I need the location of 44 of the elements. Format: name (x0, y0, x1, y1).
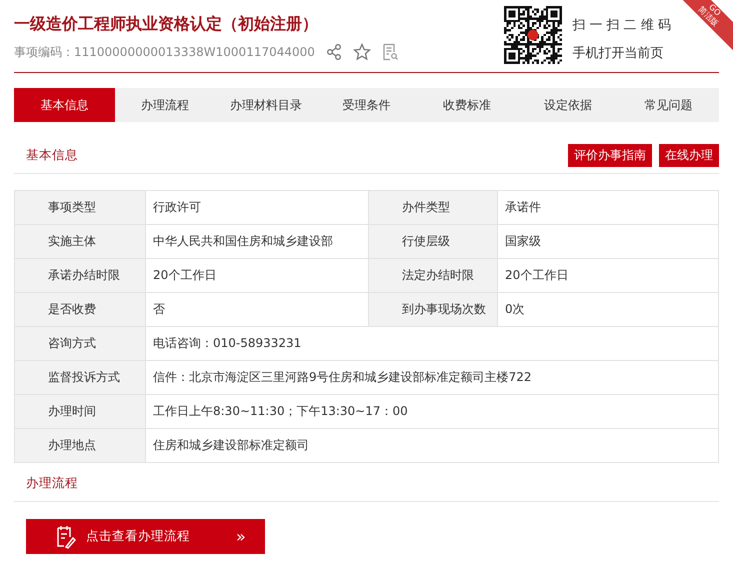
field-value: 0次 (498, 292, 718, 326)
field-label: 办理时间 (14, 394, 146, 428)
tab[interactable]: 受理条件 (316, 88, 417, 122)
field-value: 否 (146, 292, 368, 326)
field-value: 电话咨询：010-58933231 (146, 326, 718, 360)
qr-code-icon (504, 6, 562, 64)
item-code: 事项编码：11100000000013338W1000117044000 (14, 44, 315, 60)
share-icon[interactable] (324, 43, 343, 61)
qr-caption: 手机打开当前页 (572, 45, 664, 62)
field-label: 监督投诉方式 (14, 360, 146, 394)
section-heading: 基本信息 (26, 147, 78, 164)
action-button[interactable]: 评价办事指南 (568, 144, 652, 167)
tab[interactable]: 设定依据 (518, 88, 618, 122)
field-label: 法定办结时限 (368, 258, 498, 292)
field-value: 中华人民共和国住房和城乡建设部 (146, 224, 368, 258)
field-label: 承诺办结时限 (14, 258, 146, 292)
field-label: 行使层级 (368, 224, 498, 258)
qr-caption: 扫 一 扫 二 维 码 (572, 17, 671, 34)
field-value: 信件：北京市海淀区三里河路9号住房和城乡建设部标准定额司主楼722 (146, 360, 718, 394)
field-value: 20个工作日 (146, 258, 368, 292)
field-label: 办件类型 (368, 190, 498, 224)
field-label: 事项类型 (14, 190, 146, 224)
field-value: 工作日上午8:30~11:30；下午13:30~17：00 (146, 394, 718, 428)
view-process-button[interactable]: 点击查看办理流程 » (26, 519, 265, 554)
tab[interactable]: 基本信息 (14, 88, 115, 122)
field-value: 承诺件 (498, 190, 718, 224)
tab[interactable]: 办理流程 (114, 88, 216, 122)
field-label: 是否收费 (14, 292, 146, 326)
field-value: 行政许可 (146, 190, 368, 224)
field-label: 实施主体 (14, 224, 146, 258)
section-heading: 办理流程 (26, 475, 78, 492)
tab[interactable]: 常见问题 (618, 88, 720, 122)
field-value: 国家级 (498, 224, 718, 258)
page-title: 一级造价工程师执业资格认定（初始注册） (14, 14, 319, 35)
field-label: 咨询方式 (14, 326, 146, 360)
star-icon[interactable] (352, 43, 371, 61)
action-button[interactable]: 在线办理 (659, 144, 719, 167)
field-label: 办理地点 (14, 428, 146, 462)
field-value: 住房和城乡建设部标准定额司 (146, 428, 718, 462)
document-search-icon[interactable] (380, 43, 399, 61)
field-value: 20个工作日 (498, 258, 718, 292)
tab[interactable]: 办理材料目录 (215, 88, 316, 122)
field-label: 到办事现场次数 (368, 292, 498, 326)
tab[interactable]: 收费标准 (416, 88, 518, 122)
